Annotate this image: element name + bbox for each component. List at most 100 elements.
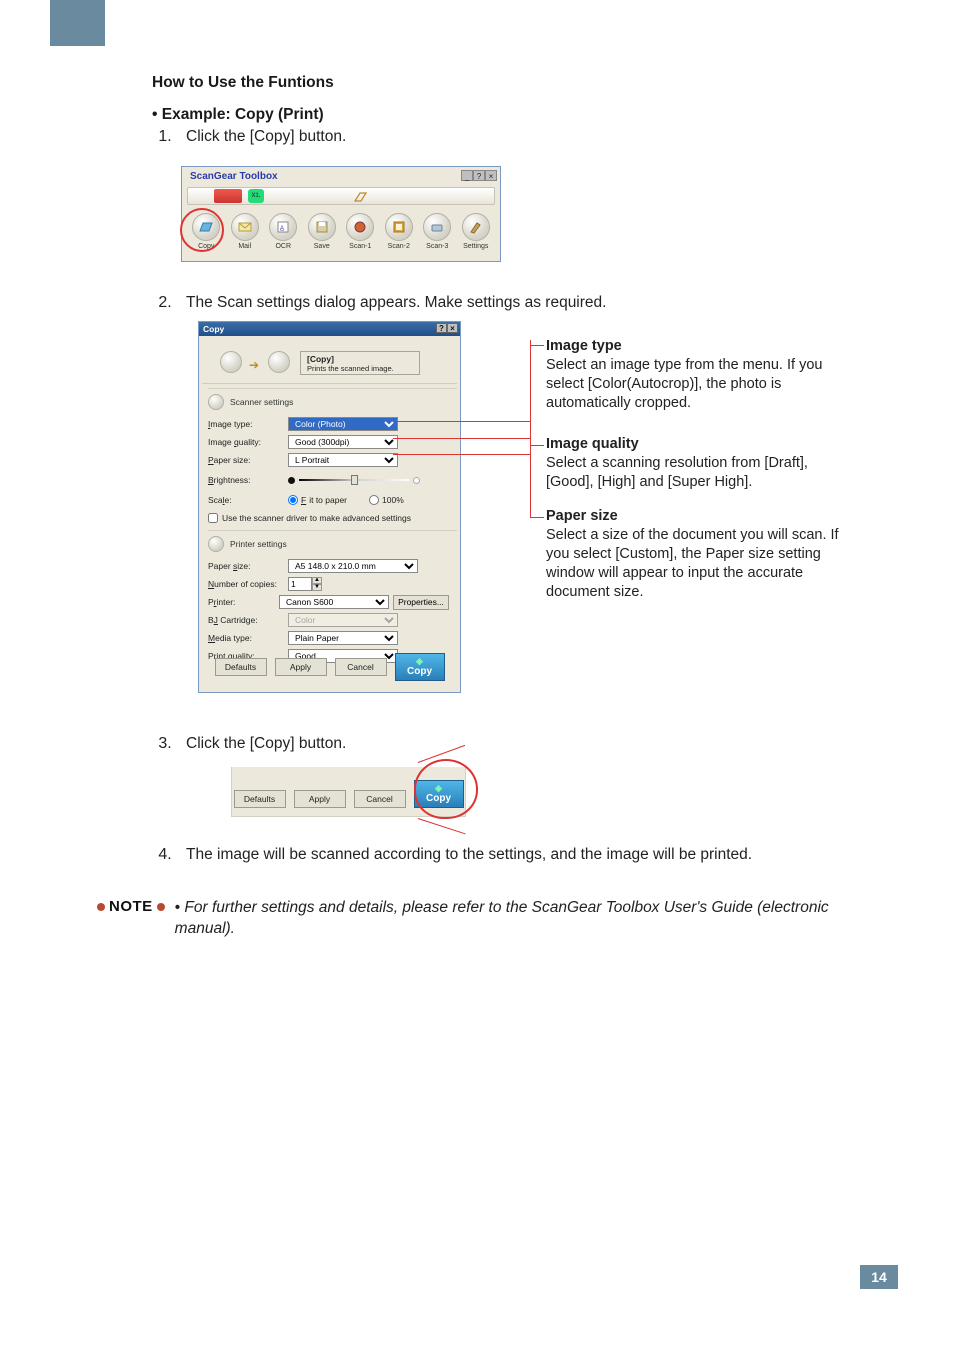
- help-button[interactable]: ?: [473, 170, 485, 181]
- step-text: Click the [Copy] button.: [186, 735, 852, 753]
- scanner-mini-icon: [208, 394, 224, 410]
- toolbox-save-button[interactable]: Save: [305, 213, 339, 250]
- cancel-button[interactable]: Cancel: [335, 658, 387, 676]
- annotation-paper-size: Paper size Select a size of the document…: [546, 508, 858, 601]
- page-content: How to Use the Funtions • Example: Copy …: [152, 74, 852, 166]
- scan1-icon: [352, 219, 368, 235]
- scale-label: Scale:: [202, 495, 288, 505]
- page-top-accent: [50, 0, 105, 46]
- ocr-icon: A̲: [275, 219, 291, 235]
- paper-size-label: Paper size:: [202, 455, 288, 465]
- settings-icon: [468, 219, 484, 235]
- scale-100-radio[interactable]: 100%: [369, 495, 404, 505]
- dialog-close-button[interactable]: ×: [447, 323, 458, 333]
- scan2-icon: [391, 219, 407, 235]
- step-number: 3.: [152, 735, 178, 753]
- printer-select[interactable]: Canon S600: [279, 595, 389, 609]
- leader-tip: [530, 517, 544, 518]
- toolbox-settings-button[interactable]: Settings: [459, 213, 493, 250]
- leader-vert: [530, 445, 531, 517]
- scan3-icon: [429, 219, 445, 235]
- subsection-heading: • Example: Copy (Print): [152, 106, 852, 124]
- svg-text:A̲: A̲: [280, 226, 284, 232]
- cancel-button[interactable]: Cancel: [354, 790, 406, 808]
- dialog-button-row: Defaults Apply Cancel ◈Copy: [202, 651, 457, 683]
- toolbox-scan2-button[interactable]: Scan-2: [382, 213, 416, 250]
- toolbox-copy-button[interactable]: Copy: [189, 213, 223, 250]
- save-icon: [314, 219, 330, 235]
- note-row: NOTE • For further settings and details,…: [97, 898, 879, 940]
- toolbox-title: ScanGear Toolbox: [190, 171, 278, 182]
- cartridge-label: BJ Cartridge:: [202, 615, 288, 625]
- dark-icon: [288, 477, 295, 484]
- step-text: The Scan settings dialog appears. Make s…: [186, 294, 852, 312]
- dialog-title: Copy: [203, 324, 224, 334]
- print-paper-size-select[interactable]: A5 148.0 x 210.0 mm: [288, 559, 418, 573]
- dialog-header-title: [Copy]: [307, 354, 413, 364]
- copies-input[interactable]: [288, 577, 312, 591]
- dialog-header-subtitle: Prints the scanned image.: [307, 364, 413, 373]
- slider-thumb[interactable]: [351, 475, 358, 485]
- page-number-badge: 14: [860, 1265, 898, 1289]
- minimize-button[interactable]: _: [461, 170, 473, 181]
- copy-dialog-window: Copy ? × ➔ [Copy] Prints the scanned ima…: [198, 321, 461, 693]
- image-quality-select[interactable]: Good (300dpi): [288, 435, 398, 449]
- scanner-icon: [220, 351, 242, 373]
- toolbox-strip-tag: X1.: [248, 189, 264, 203]
- step-number: 1.: [152, 128, 178, 146]
- step3-button-bar: Defaults Apply Cancel ◈Copy: [231, 767, 466, 817]
- scale-fit-radio[interactable]: Fit to paper: [288, 495, 347, 505]
- paper-size-select[interactable]: L Portrait: [288, 453, 398, 467]
- toolbox-ocr-button[interactable]: A̲ OCR: [266, 213, 300, 250]
- leader-line-image-quality: [393, 438, 530, 439]
- dialog-help-button[interactable]: ?: [436, 323, 447, 333]
- leader-tip: [530, 445, 544, 446]
- image-type-label: Image type:: [202, 419, 288, 429]
- copy-button[interactable]: ◈Copy: [414, 780, 464, 808]
- brightness-slider[interactable]: [288, 477, 420, 484]
- mail-icon: [237, 219, 253, 235]
- leader-line-image-type: [393, 421, 530, 422]
- apply-button[interactable]: Apply: [294, 790, 346, 808]
- copy-button[interactable]: ◈Copy: [395, 653, 445, 681]
- section-heading: How to Use the Funtions: [152, 74, 852, 92]
- toolbox-scan3-button[interactable]: Scan-3: [420, 213, 454, 250]
- printer-mini-icon: [208, 536, 224, 552]
- dialog-header-box: [Copy] Prints the scanned image.: [300, 351, 420, 375]
- leader-tip: [530, 345, 544, 346]
- step-text: Click the [Copy] button.: [186, 128, 852, 146]
- image-type-select[interactable]: Color (Photo): [288, 417, 398, 431]
- copies-spinner[interactable]: ▲ ▼: [288, 577, 322, 591]
- note-dot-icon: [97, 903, 105, 911]
- media-type-label: Media type:: [202, 633, 288, 643]
- copy-icon: [198, 219, 214, 235]
- toolbox-scan-glyph-icon: [353, 190, 369, 204]
- close-button[interactable]: ×: [485, 170, 497, 181]
- apply-button[interactable]: Apply: [275, 658, 327, 676]
- step-text: The image will be scanned according to t…: [186, 846, 852, 864]
- spinner-up-button[interactable]: ▲: [312, 577, 322, 584]
- properties-button[interactable]: Properties...: [393, 595, 449, 610]
- diamond-icon: ◈: [435, 784, 442, 793]
- note-text: • For further settings and details, plea…: [175, 898, 879, 940]
- spinner-down-button[interactable]: ▼: [312, 584, 322, 591]
- defaults-button[interactable]: Defaults: [234, 790, 286, 808]
- media-type-select[interactable]: Plain Paper: [288, 631, 398, 645]
- note-dot-icon: [157, 903, 165, 911]
- defaults-button[interactable]: Defaults: [215, 658, 267, 676]
- step3-lead-bottom: [418, 818, 466, 834]
- toolbox-mail-button[interactable]: Mail: [228, 213, 262, 250]
- note-badge: NOTE: [97, 898, 165, 915]
- annotation-image-quality: Image quality Select a scanning resoluti…: [546, 436, 858, 492]
- print-paper-size-label: Paper size:: [202, 561, 288, 571]
- toolbox-brush-icon: [214, 189, 242, 203]
- annotation-image-type: Image type Select an image type from the…: [546, 338, 858, 413]
- advanced-checkbox[interactable]: Use the scanner driver to make advanced …: [202, 513, 411, 523]
- printer-label: Printer:: [202, 597, 279, 607]
- step-number: 4.: [152, 846, 178, 864]
- toolbox-window-buttons: _ ? ×: [461, 170, 497, 181]
- toolbox-scan1-button[interactable]: Scan-1: [343, 213, 377, 250]
- image-quality-label: Image quality:: [202, 437, 288, 447]
- toolbox-button-row: Copy Mail A̲ OCR Save Scan-1 Scan-2 Scan…: [187, 213, 495, 257]
- arrow-icon: ➔: [249, 358, 259, 372]
